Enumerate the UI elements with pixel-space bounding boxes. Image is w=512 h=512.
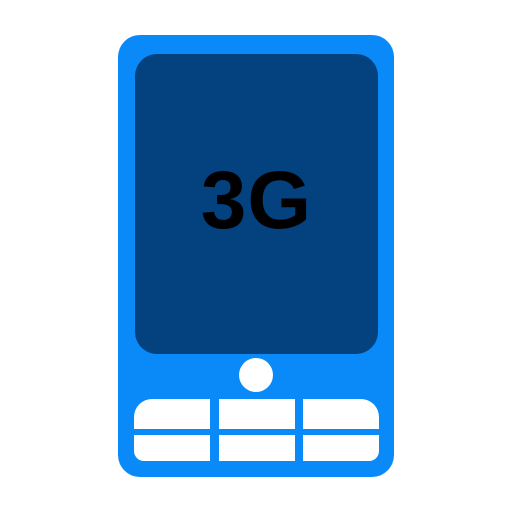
mobile-phone-icon: 3G xyxy=(118,35,394,477)
keypad-key-bottom-left xyxy=(134,435,210,461)
keypad-key-top-middle xyxy=(219,399,295,429)
keypad-key-bottom-right xyxy=(303,435,379,461)
keypad-icon xyxy=(134,399,379,461)
home-button-icon xyxy=(239,358,273,392)
keypad-key-top-right xyxy=(303,399,379,429)
keypad-key-bottom-middle xyxy=(219,435,295,461)
network-label-3g: 3G xyxy=(200,155,313,246)
phone-screen: 3G xyxy=(135,54,378,354)
keypad-key-top-left xyxy=(134,399,210,429)
icon-canvas: 3G xyxy=(0,0,512,512)
